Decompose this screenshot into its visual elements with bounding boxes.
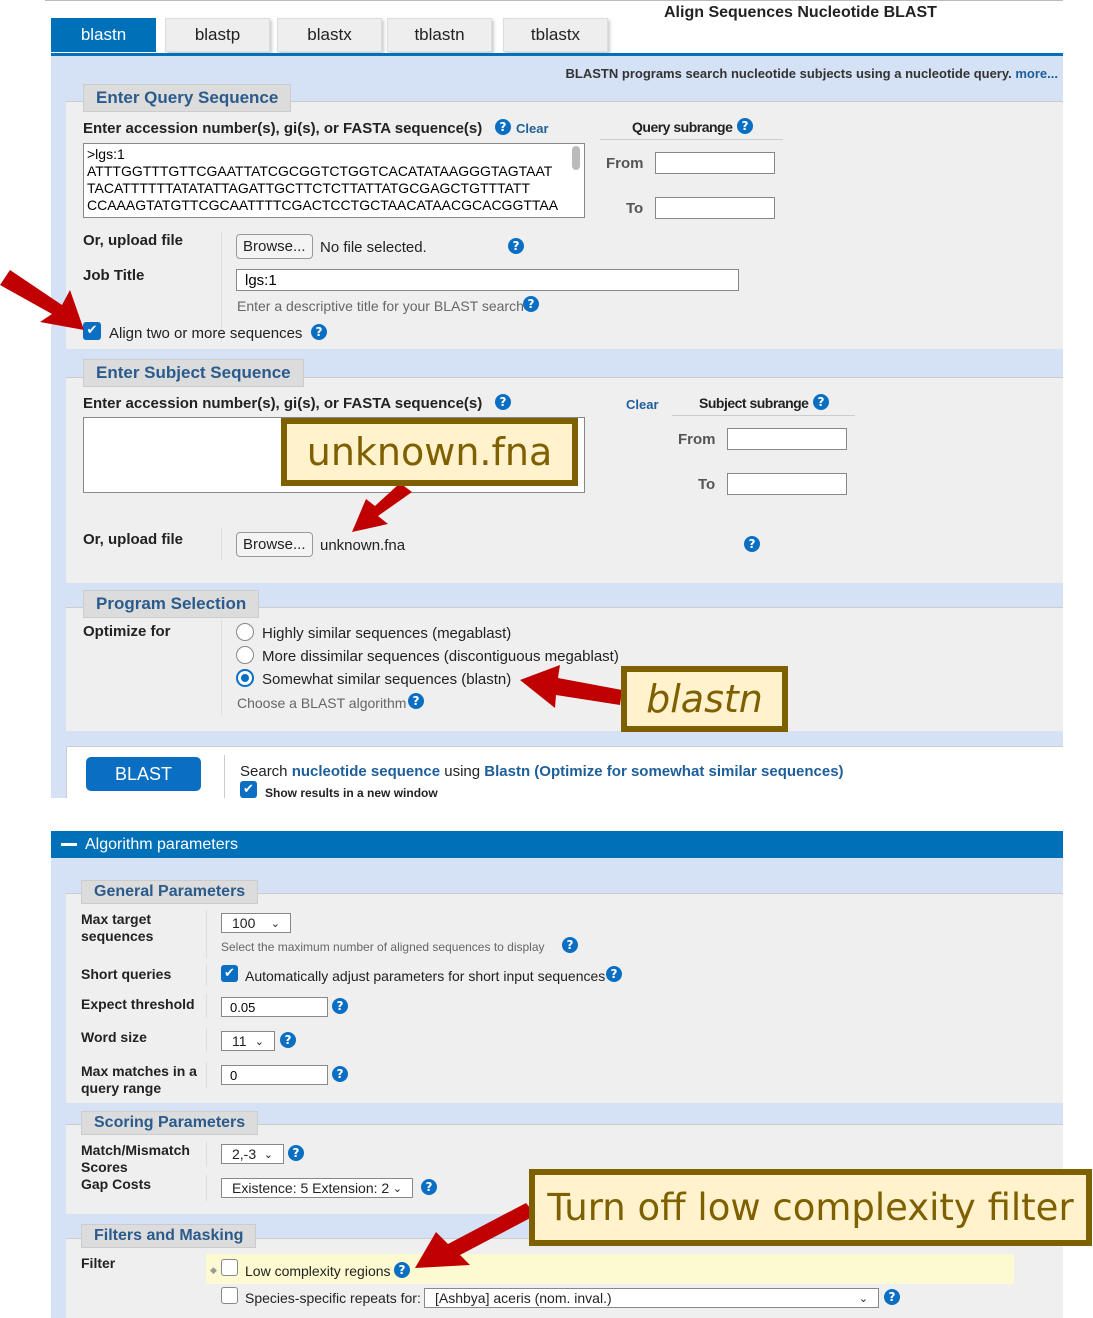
program-callout: blastn — [621, 666, 788, 732]
subject-callout: unknown.fna — [281, 418, 578, 486]
arrow-to-upload-file — [352, 483, 412, 532]
arrow-to-low-complexity — [415, 1203, 536, 1268]
annotation-arrows — [0, 270, 622, 1268]
arrow-to-align-checkbox — [0, 270, 84, 330]
arrow-to-blastn-option — [520, 665, 622, 708]
filter-callout: Turn off low complexity filter — [529, 1169, 1092, 1246]
